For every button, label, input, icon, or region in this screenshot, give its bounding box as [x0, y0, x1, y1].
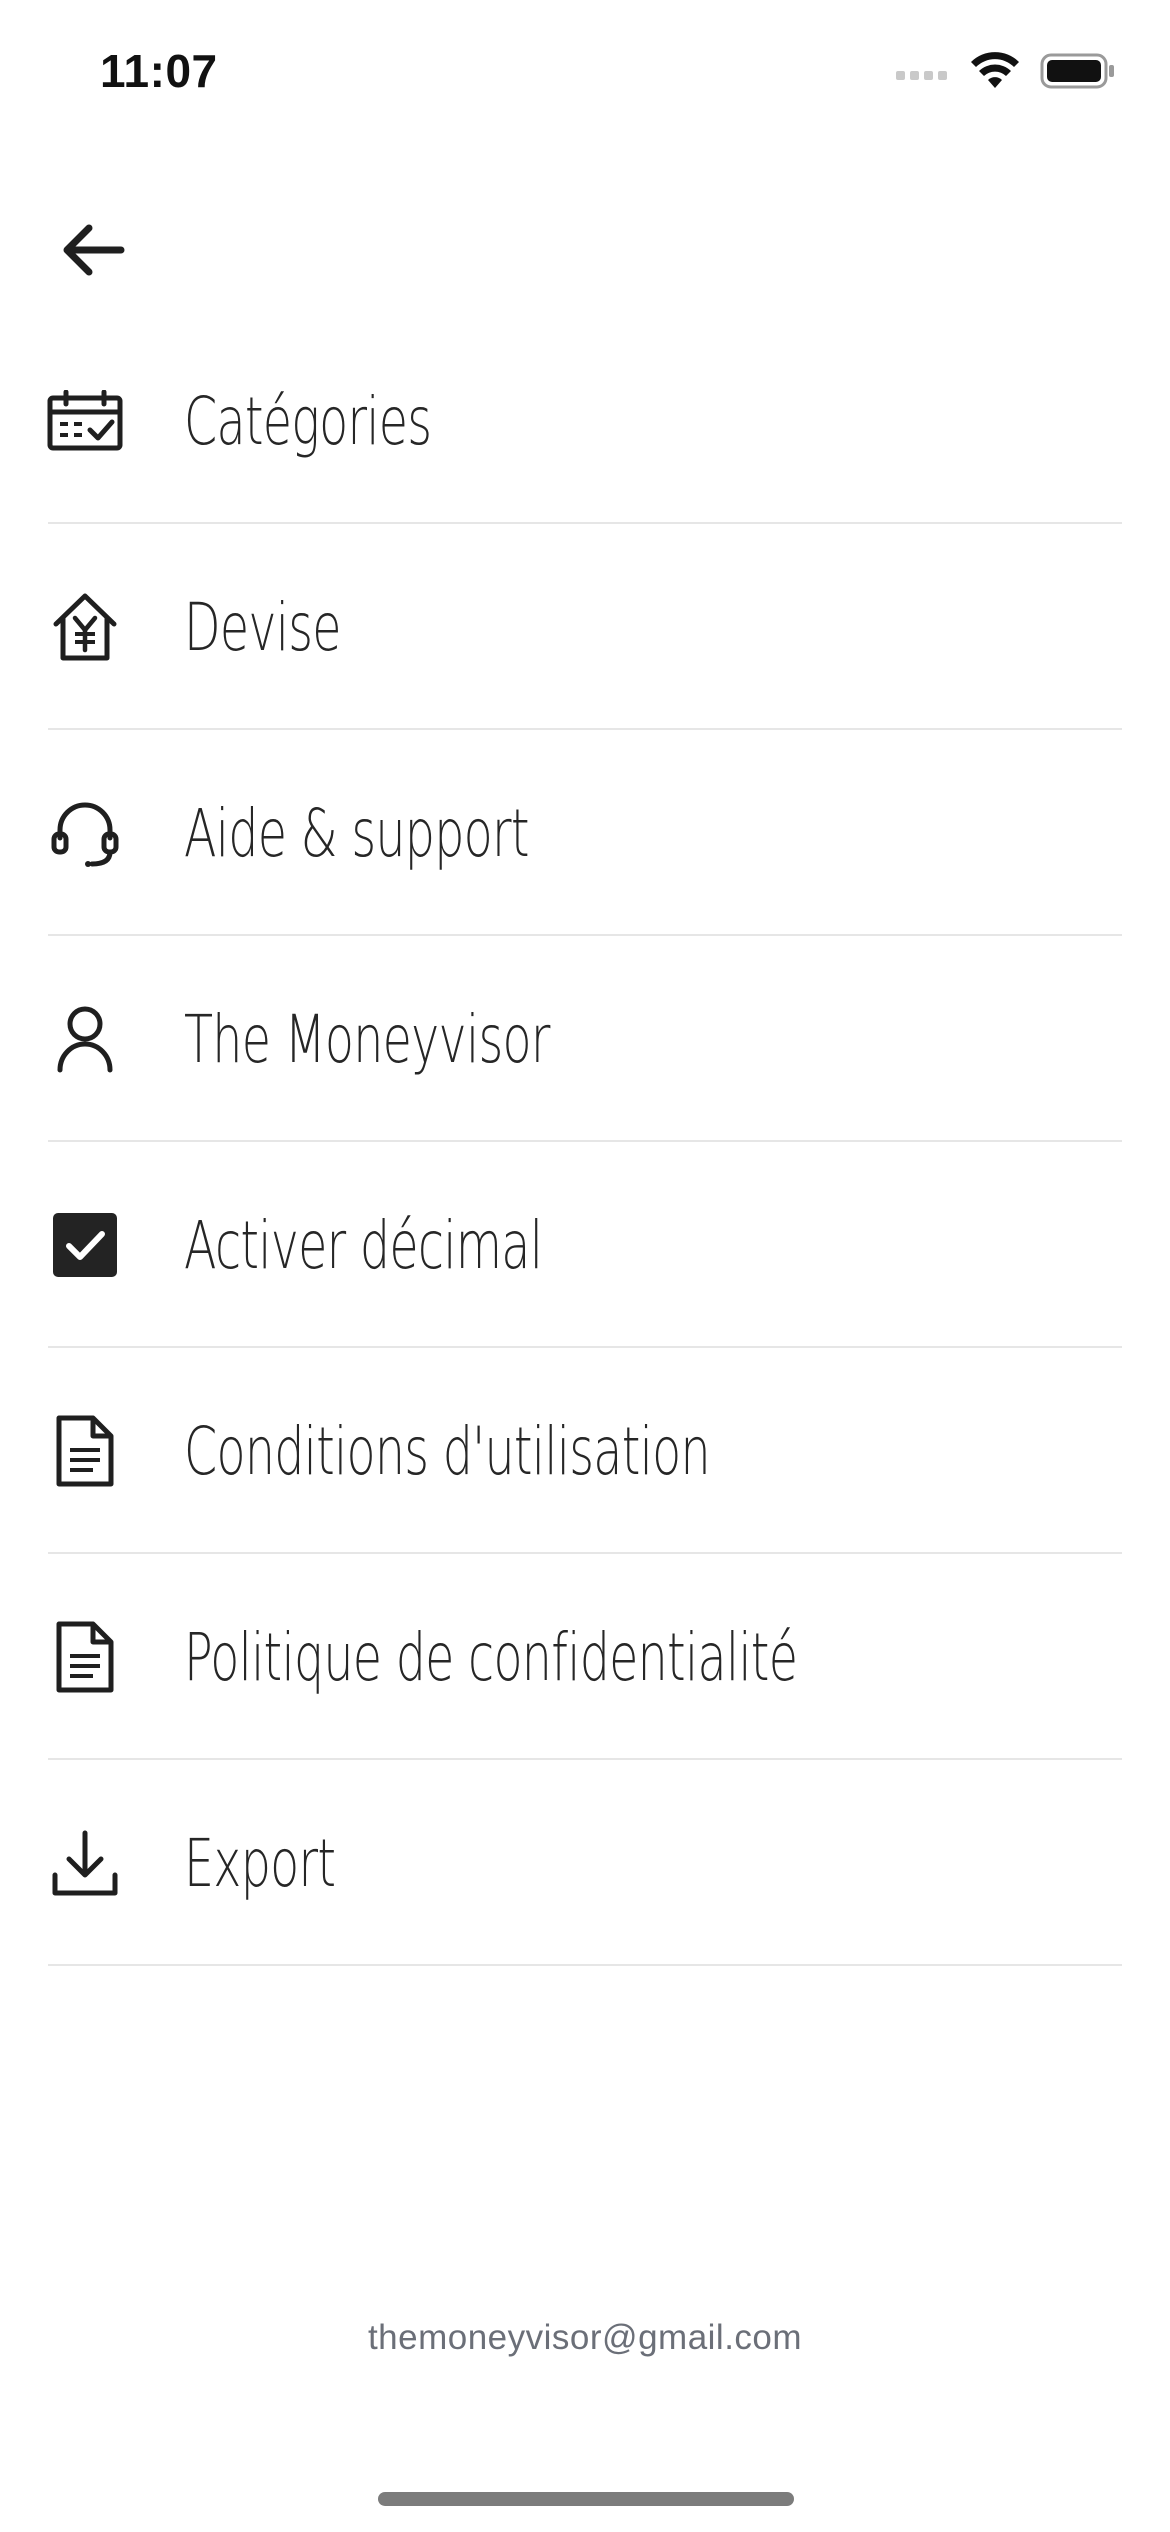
menu-item-label: Activer décimal: [184, 1206, 543, 1284]
menu-item-help-support[interactable]: Aide & support: [0, 730, 1170, 936]
house-yen-icon: [44, 524, 126, 730]
menu-item-label: Conditions d'utilisation: [184, 1412, 711, 1490]
menu-item-categories[interactable]: Catégories: [0, 318, 1170, 524]
calendar-check-icon: [44, 318, 126, 524]
menu-item-label: Export: [184, 1824, 336, 1902]
menu-item-terms-of-use[interactable]: Conditions d'utilisation: [0, 1348, 1170, 1554]
download-icon: [44, 1760, 126, 1966]
menu-item-label: Catégories: [184, 382, 432, 460]
menu-item-privacy-policy[interactable]: Politique de confidentialité: [0, 1554, 1170, 1760]
document-icon: [44, 1348, 126, 1554]
menu-item-export[interactable]: Export: [0, 1760, 1170, 1966]
status-bar: 11:07: [0, 0, 1170, 150]
headset-icon: [44, 730, 126, 936]
contact-email-link[interactable]: themoneyvisor@gmail.com: [0, 2318, 1170, 2358]
menu-item-label: Devise: [184, 588, 342, 666]
wifi-icon: [971, 52, 1019, 88]
arrow-left-icon: [63, 224, 125, 276]
signal-icon: [896, 71, 947, 80]
battery-icon: [1040, 53, 1114, 89]
document-icon: [44, 1554, 126, 1760]
menu-item-label: The Moneyvisor: [184, 1000, 550, 1078]
status-icons: [896, 52, 1116, 90]
menu-item-devise[interactable]: Devise: [0, 524, 1170, 730]
settings-menu: Catégories Devise Aide & support The Mon…: [0, 318, 1170, 1966]
user-icon: [44, 936, 126, 1142]
home-indicator[interactable]: [378, 2492, 794, 2506]
menu-item-enable-decimal[interactable]: Activer décimal: [0, 1142, 1170, 1348]
back-button[interactable]: [52, 210, 132, 290]
menu-item-label: Aide & support: [184, 794, 529, 872]
menu-item-label: Politique de confidentialité: [184, 1618, 798, 1696]
menu-item-the-moneyvisor[interactable]: The Moneyvisor: [0, 936, 1170, 1142]
checkbox-checked-icon[interactable]: [44, 1142, 126, 1348]
status-time: 11:07: [100, 45, 218, 97]
